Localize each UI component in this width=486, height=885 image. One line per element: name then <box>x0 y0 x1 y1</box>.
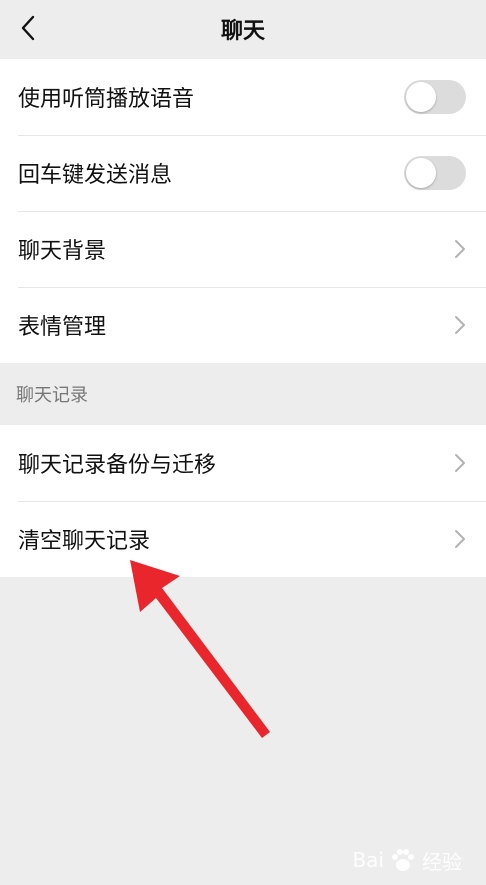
watermark-brand-suffix: 经验 <box>422 849 462 874</box>
back-chevron-icon <box>21 15 35 41</box>
row-label: 使用听筒播放语音 <box>18 87 195 112</box>
section-title-chat-history: 聊天记录 <box>16 385 88 406</box>
settings-group-general: 使用听筒播放语音 回车键发送消息 聊天背景 表情管理 <box>0 59 486 363</box>
chevron-right-icon <box>455 454 465 472</box>
row-label: 聊天背景 <box>18 239 107 264</box>
settings-group-chat-history: 聊天记录备份与迁移 清空聊天记录 <box>0 425 486 577</box>
enter-send-toggle[interactable] <box>404 156 466 190</box>
toggle-knob <box>406 158 436 188</box>
watermark-brand-prefix: Bai <box>352 848 384 872</box>
row-label: 清空聊天记录 <box>18 529 151 554</box>
baidu-paw-icon <box>392 849 414 871</box>
row-clear-chat-history[interactable]: 清空聊天记录 <box>0 501 486 577</box>
row-sticker-management[interactable]: 表情管理 <box>0 287 486 363</box>
row-label: 回车键发送消息 <box>18 163 173 188</box>
row-chat-background[interactable]: 聊天背景 <box>0 211 486 287</box>
chevron-right-icon <box>455 530 465 548</box>
back-button[interactable] <box>10 10 46 46</box>
row-enter-to-send: 回车键发送消息 <box>0 135 486 211</box>
chevron-right-icon <box>455 316 465 334</box>
baidu-jingyan-watermark: Bai 经验 <box>352 845 462 875</box>
top-nav-bar: 聊天 <box>0 0 486 58</box>
row-label: 表情管理 <box>18 315 107 340</box>
row-earpiece-playback: 使用听筒播放语音 <box>0 59 486 135</box>
row-label: 聊天记录备份与迁移 <box>18 453 217 478</box>
earpiece-toggle[interactable] <box>404 80 466 114</box>
page-title: 聊天 <box>220 19 265 44</box>
toggle-knob <box>406 82 436 112</box>
row-backup-migrate[interactable]: 聊天记录备份与迁移 <box>0 425 486 501</box>
chevron-right-icon <box>455 240 465 258</box>
